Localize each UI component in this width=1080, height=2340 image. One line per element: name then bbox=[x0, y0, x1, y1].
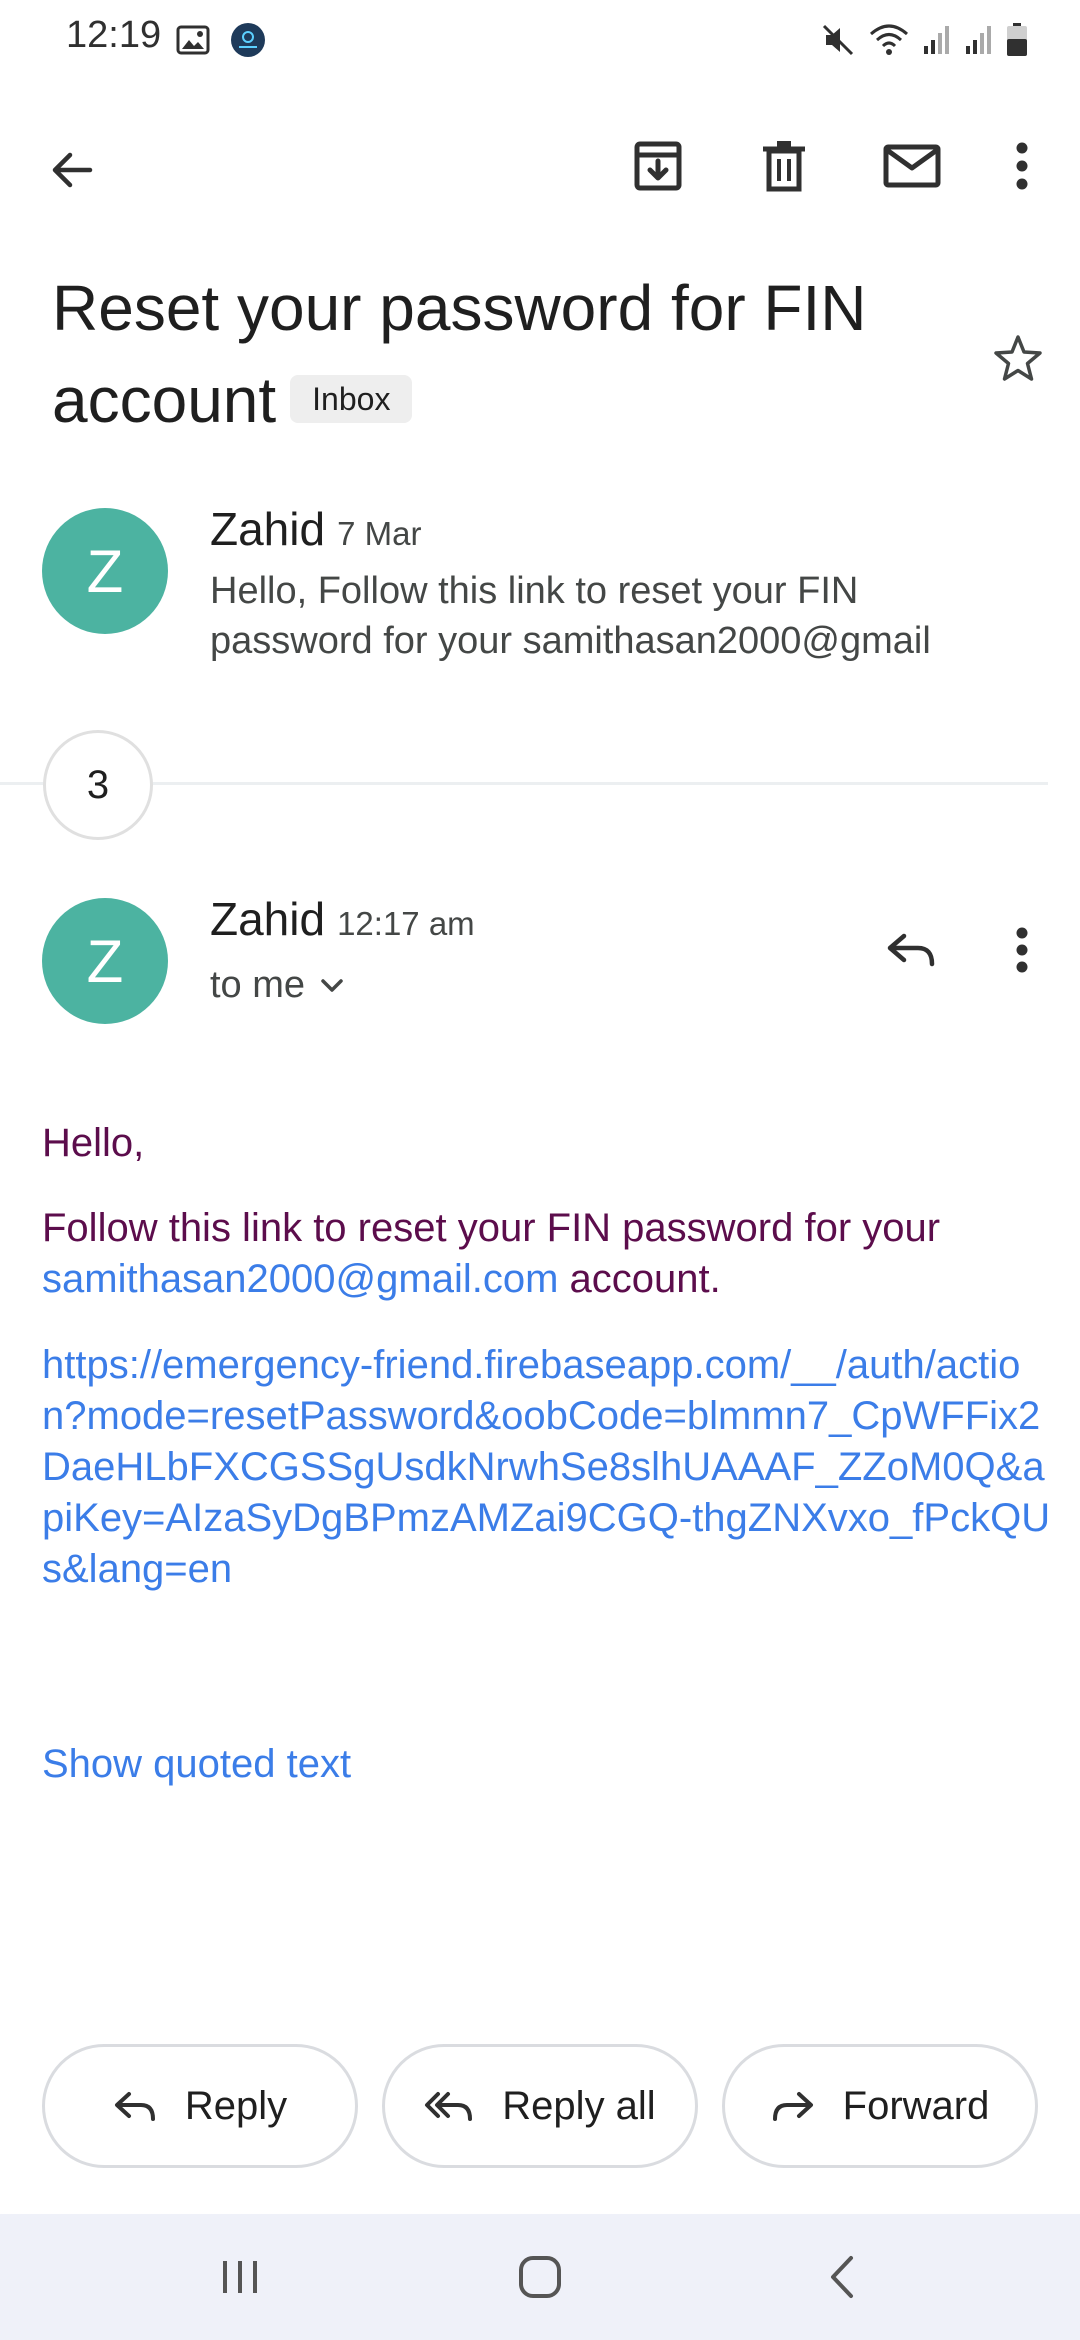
recipient-text: to me bbox=[210, 964, 306, 1006]
system-navigation-bar bbox=[0, 2214, 1080, 2340]
wifi-icon bbox=[868, 22, 910, 58]
reply-button[interactable]: Reply bbox=[42, 2044, 358, 2168]
message-header: Zahid 12:17 am bbox=[210, 892, 475, 946]
sender-name: Zahid bbox=[210, 893, 326, 945]
reply-icon bbox=[886, 930, 938, 970]
collapsed-header: Zahid 7 Mar bbox=[210, 502, 421, 556]
avatar: Z bbox=[42, 508, 168, 634]
status-time: 12:19 bbox=[66, 14, 162, 56]
app-notification-icon bbox=[230, 22, 266, 58]
message-time: 12:17 am bbox=[337, 905, 475, 942]
collapsed-message[interactable]: Z Zahid 7 Mar Hello, Follow this link to … bbox=[0, 490, 1080, 690]
reply-all-label: Reply all bbox=[502, 2083, 656, 2128]
battery-icon bbox=[1006, 23, 1028, 57]
more-vert-icon bbox=[1015, 142, 1029, 190]
reset-password-link[interactable]: https://emergency-friend.firebaseapp.com… bbox=[42, 1340, 1052, 1595]
more-options-button[interactable] bbox=[992, 126, 1052, 206]
forward-icon bbox=[771, 2089, 815, 2123]
mail-icon bbox=[883, 144, 941, 188]
arrow-left-icon bbox=[48, 146, 96, 194]
thread-divider bbox=[0, 782, 1048, 785]
recents-button[interactable] bbox=[200, 2237, 280, 2317]
show-quoted-text-link[interactable]: Show quoted text bbox=[42, 1742, 351, 1787]
status-left-icons bbox=[176, 22, 266, 58]
avatar: Z bbox=[42, 898, 168, 1024]
chevron-down-icon bbox=[319, 977, 345, 995]
reply-icon bbox=[113, 2089, 157, 2123]
reply-all-icon bbox=[424, 2089, 474, 2123]
subject-text: Reset your password for FIN account bbox=[52, 272, 867, 436]
archive-button[interactable] bbox=[618, 126, 698, 206]
archive-icon bbox=[631, 139, 685, 193]
trash-icon bbox=[759, 139, 809, 193]
reply-icon-button[interactable] bbox=[872, 910, 952, 990]
gallery-notification-icon bbox=[176, 25, 210, 55]
recipient-details-toggle[interactable]: to me bbox=[210, 964, 345, 1007]
body-paragraph: Follow this link to reset your FIN passw… bbox=[42, 1203, 1052, 1305]
home-icon bbox=[517, 2254, 563, 2300]
back-nav-button[interactable] bbox=[802, 2237, 882, 2317]
inbox-label-chip[interactable]: Inbox bbox=[290, 375, 413, 424]
email-link[interactable]: samithasan2000@gmail.com bbox=[42, 1257, 558, 1301]
body-line-end: account. bbox=[569, 1257, 721, 1301]
recents-icon bbox=[219, 2257, 261, 2297]
reply-label: Reply bbox=[184, 2083, 288, 2128]
body-line-start: Follow this link to reset your FIN passw… bbox=[42, 1206, 941, 1250]
status-right-icons bbox=[820, 22, 1028, 58]
star-button[interactable] bbox=[978, 318, 1058, 398]
mark-unread-button[interactable] bbox=[872, 126, 952, 206]
email-subject: Reset your password for FIN account Inbox bbox=[52, 262, 952, 446]
message-more-button[interactable] bbox=[992, 910, 1052, 990]
more-vert-icon bbox=[1015, 927, 1029, 973]
forward-button[interactable]: Forward bbox=[722, 2044, 1038, 2168]
chevron-left-icon bbox=[827, 2254, 857, 2300]
message-snippet: Hello, Follow this link to reset your FI… bbox=[210, 570, 931, 662]
message-date: 7 Mar bbox=[337, 515, 422, 552]
mute-icon bbox=[820, 22, 856, 58]
body-greeting: Hello, bbox=[42, 1121, 145, 1165]
home-button[interactable] bbox=[500, 2237, 580, 2317]
delete-button[interactable] bbox=[744, 126, 824, 206]
sender-name: Zahid bbox=[210, 503, 326, 555]
star-icon bbox=[992, 333, 1044, 383]
signal-icon-1 bbox=[922, 24, 952, 56]
back-button[interactable] bbox=[32, 130, 112, 210]
signal-icon-2 bbox=[964, 24, 994, 56]
reply-all-button[interactable]: Reply all bbox=[382, 2044, 698, 2168]
forward-label: Forward bbox=[842, 2083, 990, 2128]
hidden-messages-count[interactable]: 3 bbox=[43, 730, 153, 840]
